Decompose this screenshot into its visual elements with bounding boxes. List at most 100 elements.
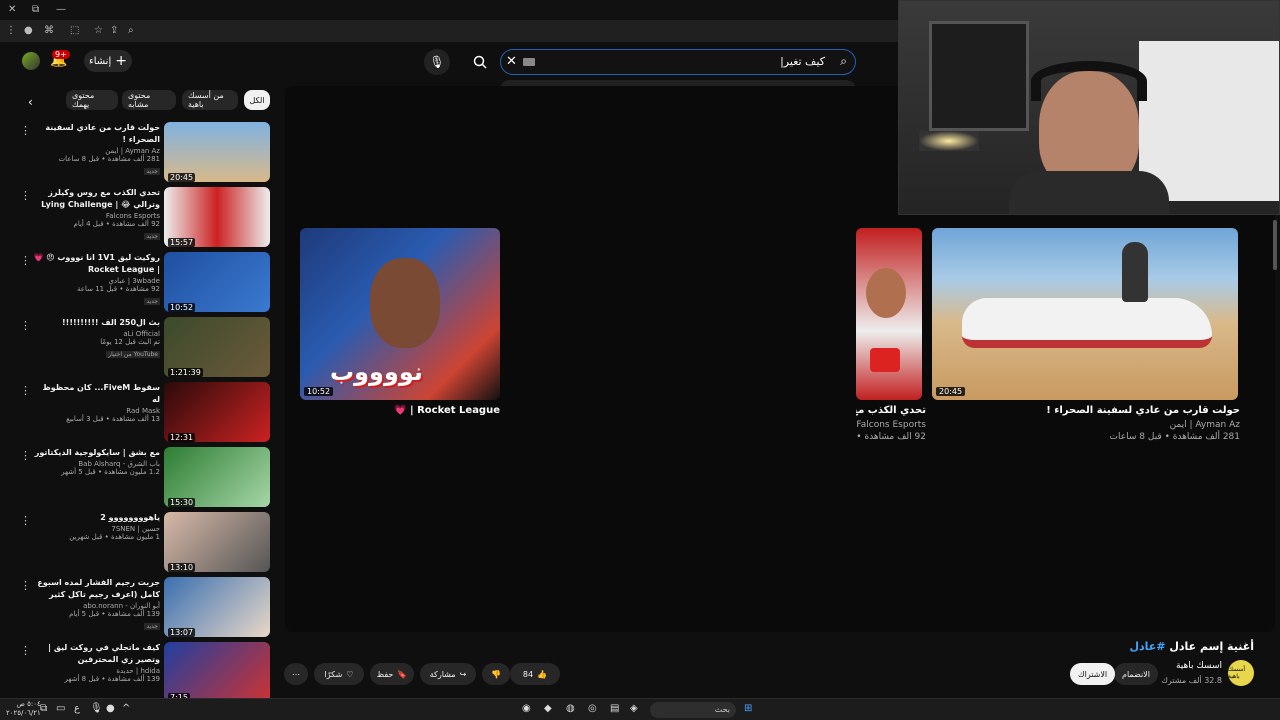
related-video-item[interactable]: ⋮ كيف ماتجلي في روكت ليق | وتصير زي المحت… (18, 642, 272, 704)
related-duration: 20:45 (168, 173, 196, 182)
related-channel[interactable]: hdida | حديدة (32, 667, 160, 675)
chip-for-you[interactable]: محتوى يهمك (66, 90, 118, 110)
join-button[interactable]: الانضمام (1114, 663, 1158, 685)
tray-app-icon[interactable]: ● (106, 703, 115, 714)
more-vert-icon[interactable]: ⋮ (20, 449, 31, 462)
channel-logo[interactable]: أسسك باهية (1228, 660, 1254, 686)
more-vert-icon[interactable]: ⋮ (20, 319, 31, 332)
close-window-icon[interactable]: ✕ (8, 4, 16, 15)
save-button[interactable]: حفظ 🔖 (370, 663, 414, 685)
video-hashtag[interactable]: #عادل (1129, 640, 1165, 653)
record-icon[interactable]: ● (24, 25, 33, 36)
windows-start-icon[interactable]: ⊞ (744, 703, 752, 714)
subscribe-button[interactable]: الاشتراك (1070, 663, 1116, 685)
related-channel[interactable]: Falcons Esports (32, 212, 160, 220)
dislike-button[interactable]: 👎 (482, 663, 510, 685)
channel-name[interactable]: اسسك باهية (1176, 661, 1222, 671)
related-video-item[interactable]: ⋮ تحدي الكذب مع روس وكيلرز وترالي 😂 | Lyi… (18, 187, 272, 249)
taskbar-search[interactable]: بحث (650, 702, 736, 718)
taskbar-app-icon[interactable]: ◈ (630, 703, 638, 714)
maximize-icon[interactable]: ⧉ (32, 4, 39, 15)
chip-similar[interactable]: محتوى مشابه (122, 90, 176, 110)
search-box-search-icon: ⌕ (840, 54, 847, 68)
puzzle-icon[interactable]: ⬚ (70, 25, 79, 36)
related-title[interactable]: بث ال250 الف !!!!!!!!!! (32, 317, 160, 329)
network-icon[interactable]: ⧉ (40, 703, 47, 714)
related-channel[interactable]: Ayman Az | ايمن (32, 147, 160, 155)
related-video-item[interactable]: ⋮ جربت رجيم الفشار لمده اسبوع كامل (اعرف … (18, 577, 272, 639)
thanks-label: شكرًا (324, 669, 343, 679)
taskbar-app-icon[interactable]: ◍ (566, 703, 575, 714)
bookmark-star-icon[interactable]: ☆ (94, 25, 103, 36)
more-vert-icon[interactable]: ⋮ (20, 254, 31, 267)
endscreen-card-lying[interactable] (856, 228, 922, 400)
related-channel[interactable]: باب الشرق - Bab Alsharq (32, 460, 160, 468)
related-title[interactable]: جربت رجيم الفشار لمده اسبوع كامل (اعرف ر… (32, 577, 160, 601)
tray-chevron-icon[interactable]: ^ (122, 703, 130, 714)
taskbar-clock[interactable]: ٥:٠٤ ص ٢٠٢٥/٠٦/٢١ (6, 700, 41, 718)
endscreen-card-boat[interactable]: 20:45 (932, 228, 1238, 400)
minimize-icon[interactable]: — (56, 4, 66, 15)
card-title-lying[interactable]: تحدي الكذب مع روس (856, 405, 926, 416)
notifications-button[interactable]: 🔔 9+ (50, 50, 72, 72)
related-video-item[interactable]: ⋮ ياهوووووووو 2 حسين | 7SNEN 1 مليون مشاهدة… (18, 512, 272, 574)
related-channel[interactable]: 3wbade | عبادي (32, 277, 161, 285)
taskbar-app-icon[interactable]: ◉ (522, 703, 531, 714)
related-video-item[interactable]: ⋮ حولت قارب من عادي لسفينة الصحراء ! Ayman… (18, 122, 272, 184)
account-avatar[interactable] (22, 52, 40, 70)
thanks-button[interactable]: شكرًا ♡ (314, 663, 364, 685)
search-icon (473, 55, 487, 69)
related-title[interactable]: مع بشق | سايكولوجية الديكتاتور (32, 447, 160, 459)
window-shape (929, 21, 1029, 131)
related-title[interactable]: حولت قارب من عادي لسفينة الصحراء ! (32, 122, 160, 146)
more-vert-icon[interactable]: ⋮ (20, 514, 31, 527)
related-title[interactable]: تحدي الكذب مع روس وكيلرز وترالي 😂 | Lyin… (32, 187, 160, 211)
card-title-rocket[interactable]: Rocket League | 💗 (300, 405, 500, 416)
search-input[interactable]: ✕ كيف تغير| ⌕ (500, 49, 856, 75)
more-vert-icon[interactable]: ⋮ (20, 124, 31, 137)
more-vert-icon[interactable]: ⋮ (20, 189, 31, 202)
like-button[interactable]: 84 👍 (510, 663, 560, 685)
mic-tray-icon[interactable]: 🎙 (90, 703, 103, 714)
create-button[interactable]: إنشاء + (84, 50, 132, 72)
more-dots-icon: ⋯ (292, 669, 300, 679)
more-vert-icon[interactable]: ⋮ (20, 644, 31, 657)
related-title[interactable]: روكيت ليق 1V1 انا نوووب 😠 💗 | Rocket Lea… (32, 252, 160, 276)
keyboard-icon[interactable] (523, 58, 535, 66)
voice-search-button[interactable]: 🎙 (424, 49, 450, 75)
taskbar-language[interactable]: ع (74, 703, 80, 714)
more-vert-icon[interactable]: ⋮ (20, 384, 31, 397)
page-scrollbar[interactable] (1273, 220, 1277, 270)
speaker-icon[interactable]: ▭ (56, 703, 65, 714)
related-title[interactable]: ياهوووووووو 2 (32, 512, 160, 524)
steam-icon[interactable]: ◆ (544, 703, 552, 714)
related-video-item[interactable]: ⋮ بث ال250 الف !!!!!!!!!! aLi Official تم ا… (18, 317, 272, 379)
related-video-item[interactable]: ⋮ مع بشق | سايكولوجية الديكتاتور باب الشرق… (18, 447, 272, 509)
share-icon[interactable]: ⇪ (110, 25, 118, 36)
related-info: حولت قارب من عادي لسفينة الصحراء ! Ayman … (32, 122, 160, 176)
related-title[interactable]: سقوط FiveM... كان محظوظ له (32, 382, 160, 406)
more-actions-button[interactable]: ⋯ (284, 663, 308, 685)
menu-icon[interactable]: ⋮ (6, 25, 16, 36)
card-title-boat[interactable]: حولت قارب من عادي لسفينة الصحراء ! (932, 405, 1240, 416)
more-vert-icon[interactable]: ⋮ (20, 579, 31, 592)
related-channel[interactable]: حسين | 7SNEN (32, 525, 160, 533)
related-video-item[interactable]: ⋮ روكيت ليق 1V1 انا نوووب 😠 💗 | Rocket Le… (18, 252, 272, 314)
zoom-icon[interactable]: ⌕ (128, 25, 134, 36)
chip-all[interactable]: الكل (244, 90, 270, 110)
chevron-left-icon[interactable]: ‹ (28, 95, 33, 109)
related-channel[interactable]: aLi Official (32, 330, 160, 338)
related-title[interactable]: كيف ماتجلي في روكت ليق | وتصير زي المحتر… (32, 642, 160, 666)
person-shape (1122, 242, 1148, 302)
share-button[interactable]: مشاركة ↪ (420, 663, 476, 685)
related-channel[interactable]: أبو النوران - abo.norann (32, 602, 160, 610)
file-explorer-icon[interactable]: ▤ (610, 703, 619, 714)
chip-from-channel[interactable]: من أسسك باهية (182, 90, 238, 110)
extension-icon[interactable]: ⌘ (44, 25, 54, 36)
related-channel[interactable]: Rad Mask (32, 407, 160, 415)
search-button[interactable] (466, 49, 494, 75)
clear-search-icon[interactable]: ✕ (506, 54, 517, 69)
endscreen-card-rocket[interactable]: نووووب 10:52 (300, 228, 500, 400)
related-video-item[interactable]: ⋮ سقوط FiveM... كان محظوظ له Rad Mask 13 أل… (18, 382, 272, 444)
chrome-icon[interactable]: ◎ (588, 703, 597, 714)
